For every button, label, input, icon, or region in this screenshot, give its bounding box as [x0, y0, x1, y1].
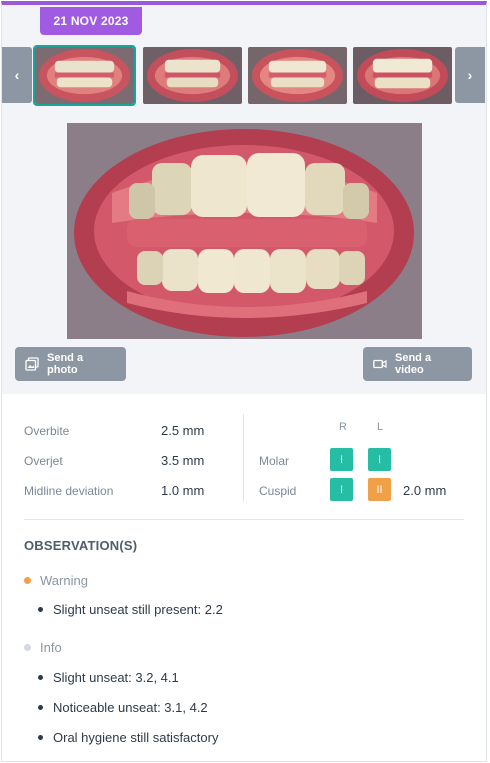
vertical-divider: [243, 414, 244, 502]
send-video-label: Send a video: [395, 352, 432, 376]
cuspid-deviation-value: 2.0 mm: [403, 483, 447, 498]
info-dot-icon: [24, 644, 31, 651]
overjet-value: 3.5 mm: [161, 453, 205, 468]
overjet-label: Overjet: [24, 454, 63, 468]
warning-label: Warning: [40, 573, 88, 588]
molar-left-class: I: [368, 448, 391, 471]
bullet-icon: [38, 735, 43, 740]
cuspid-left-class: II: [368, 478, 391, 501]
photos-icon: [25, 357, 39, 371]
overbite-value: 2.5 mm: [161, 423, 205, 438]
list-item: Slight unseat: 3.2, 4.1: [38, 670, 179, 685]
list-item: Slight unseat still present: 2.2: [38, 602, 223, 617]
photo-thumbnail[interactable]: [248, 47, 347, 104]
molar-right-class: I: [330, 448, 353, 471]
list-item: Noticeable unseat: 3.1, 4.2: [38, 700, 208, 715]
info-heading: Info: [24, 640, 62, 655]
video-camera-icon: [373, 357, 387, 371]
bullet-icon: [38, 675, 43, 680]
list-item: Oral hygiene still satisfactory: [38, 730, 218, 745]
date-badge: 21 NOV 2023: [40, 7, 142, 35]
observation-text: Slight unseat: 3.2, 4.1: [53, 670, 179, 685]
cuspid-right-class: I: [330, 478, 353, 501]
send-photo-button[interactable]: Send a photo: [15, 347, 126, 381]
bullet-icon: [38, 705, 43, 710]
photo-gallery-area: 21 NOV 2023 ‹ › Send a photo Send a vide…: [2, 5, 486, 394]
photo-thumbnail[interactable]: [143, 47, 242, 104]
main-photo: [67, 123, 422, 339]
column-left-header: L: [377, 421, 384, 433]
chevron-right-icon[interactable]: ›: [455, 47, 485, 103]
column-right-header: R: [339, 421, 347, 433]
chevron-left-icon[interactable]: ‹: [2, 47, 32, 103]
molar-label: Molar: [259, 454, 290, 468]
photo-thumbnail[interactable]: [33, 45, 136, 106]
bullet-icon: [38, 607, 43, 612]
cuspid-label: Cuspid: [259, 484, 297, 498]
warning-dot-icon: [24, 577, 31, 584]
midline-deviation-value: 1.0 mm: [161, 483, 205, 498]
warning-heading: Warning: [24, 573, 88, 588]
photo-thumbnail[interactable]: [353, 47, 452, 104]
observation-text: Slight unseat still present: 2.2: [53, 602, 223, 617]
observation-text: Oral hygiene still satisfactory: [53, 730, 219, 745]
check-in-card: 21 NOV 2023 ‹ › Send a photo Send a vide…: [1, 1, 487, 762]
info-label: Info: [40, 640, 62, 655]
send-photo-label: Send a photo: [47, 352, 84, 376]
observation-text: Noticeable unseat: 3.1, 4.2: [53, 700, 208, 715]
midline-deviation-label: Midline deviation: [24, 484, 114, 498]
observations-title: OBSERVATION(S): [24, 538, 138, 553]
send-video-button[interactable]: Send a video: [363, 347, 472, 381]
section-divider: [24, 519, 464, 520]
overbite-label: Overbite: [24, 424, 70, 438]
